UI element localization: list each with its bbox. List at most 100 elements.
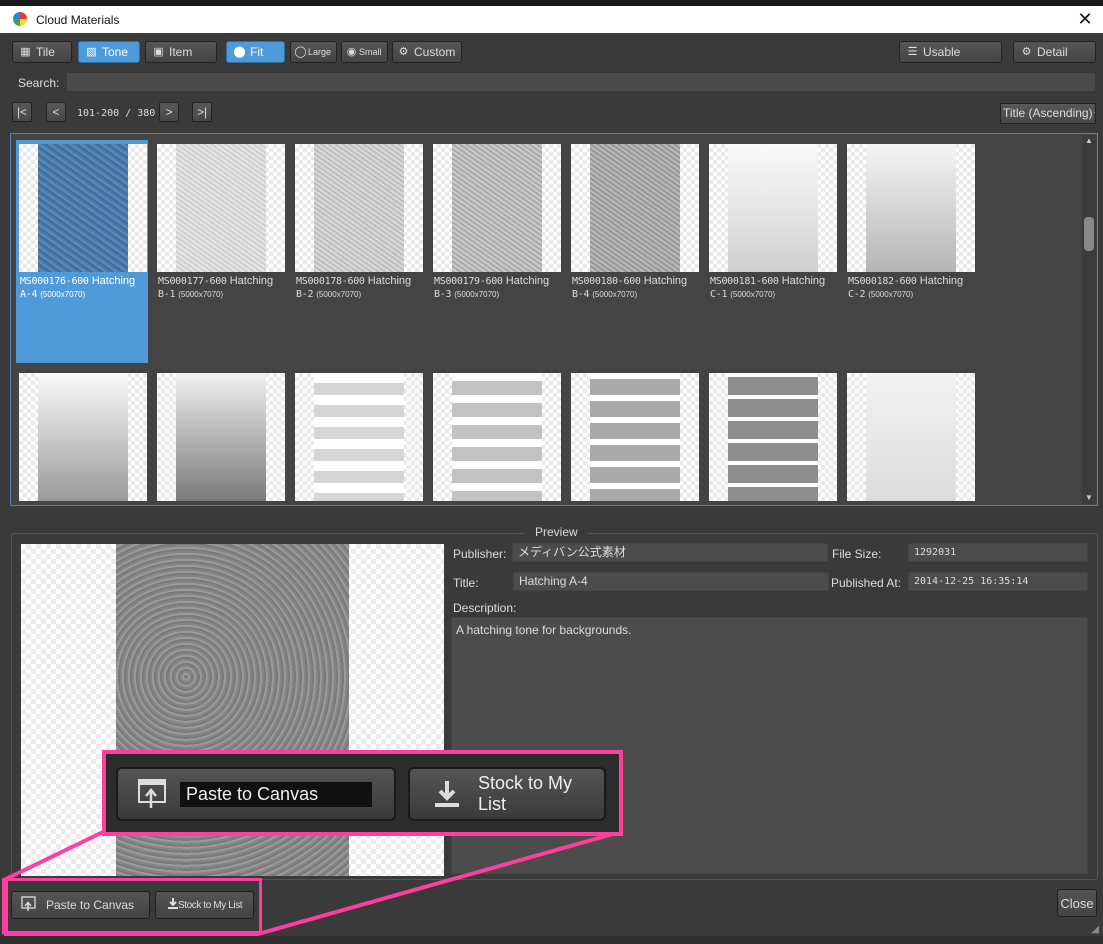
first-page-button[interactable]: |< xyxy=(12,102,32,122)
view-tone-label: Tone xyxy=(102,45,129,59)
material-thumbnail xyxy=(295,144,423,272)
material-thumbnail xyxy=(295,373,423,501)
sort-select[interactable]: Title (Ascending)▼ xyxy=(1000,103,1096,124)
material-code: MS000176-600 xyxy=(20,276,89,287)
material-tile[interactable]: MS000182-600 Hatching C-2 (5000x7070) xyxy=(844,140,976,300)
view-tile-label: Tile xyxy=(36,45,55,59)
publisher-field: メディバン公式素材 xyxy=(512,543,828,562)
tone-swatch xyxy=(728,144,818,272)
scroll-up-icon[interactable]: ▲ xyxy=(1082,135,1096,147)
material-thumbnail xyxy=(19,144,147,272)
view-tile-button[interactable]: ▦ Tile xyxy=(12,41,72,63)
material-name: Hatching xyxy=(505,275,550,287)
stock-to-my-list-button[interactable]: Stock to My List xyxy=(155,891,254,919)
app-icon xyxy=(13,12,27,26)
chevron-right-icon: > xyxy=(165,105,173,119)
material-size: (5000x7070) xyxy=(868,290,914,299)
stock-to-my-list-large-label: Stock to My List xyxy=(478,773,573,814)
usable-label: Usable xyxy=(923,45,961,59)
status-strip xyxy=(0,936,1103,944)
tone-swatch xyxy=(866,373,956,501)
material-tile[interactable]: MS000177-600 Hatching B-1 (5000x7070) xyxy=(154,140,286,300)
large-circle-icon: ◯ xyxy=(294,46,307,58)
resize-grip-icon[interactable]: ◢ xyxy=(1091,924,1099,935)
stock-to-my-list-large-button[interactable]: Stock to My List xyxy=(408,767,606,821)
material-tile[interactable]: MS000178-600 Hatching B-2 (5000x7070) xyxy=(292,140,424,300)
description-label: Description: xyxy=(453,601,517,615)
cloud-materials-window: Cloud Materials ✕ ▦ Tile ▧ Tone ▣ Item ⬤… xyxy=(0,6,1103,944)
material-tile[interactable]: MS000176-600 Hatching A-4 (5000x7070) xyxy=(16,140,148,363)
scroll-thumb[interactable] xyxy=(1084,217,1094,251)
list-icon: ☰ xyxy=(907,46,918,58)
material-tile[interactable] xyxy=(154,369,286,505)
view-tone-button[interactable]: ▧ Tone xyxy=(78,41,140,63)
material-name: Hatching xyxy=(643,275,688,287)
material-tile[interactable] xyxy=(292,369,424,505)
tone-swatch xyxy=(38,373,128,501)
fit-circle-icon: ⬤ xyxy=(233,46,246,58)
tone-swatch xyxy=(176,144,266,272)
material-name: Hatching xyxy=(919,275,964,287)
grid-scrollbar[interactable]: ▲ ▼ xyxy=(1082,135,1096,504)
material-thumbnail xyxy=(571,144,699,272)
close-button[interactable]: Close xyxy=(1057,889,1097,917)
material-subcode: B-3 xyxy=(434,289,452,300)
tone-swatch xyxy=(728,373,818,501)
material-name: Hatching xyxy=(91,275,136,287)
last-page-button[interactable]: >| xyxy=(192,102,212,122)
material-size: (5000x7070) xyxy=(592,290,638,299)
paste-to-canvas-large-button[interactable]: Paste to Canvas xyxy=(116,767,396,821)
close-window-icon[interactable]: ✕ xyxy=(1075,8,1095,30)
tone-icon: ▧ xyxy=(86,46,97,58)
detail-button[interactable]: ⚙ Detail xyxy=(1013,41,1096,63)
material-size: (5000x7070) xyxy=(454,290,500,299)
size-custom-button[interactable]: ⚙ Custom xyxy=(392,41,462,63)
gear-icon: ⚙ xyxy=(1021,46,1032,58)
small-circle-icon: ◉ xyxy=(346,46,357,58)
material-tile[interactable] xyxy=(844,369,976,505)
material-thumbnail xyxy=(709,144,837,272)
material-caption: MS000177-600 Hatching B-1 (5000x7070) xyxy=(158,275,290,301)
material-tile[interactable]: MS000180-600 Hatching B-4 (5000x7070) xyxy=(568,140,700,300)
material-subcode: B-4 xyxy=(572,289,590,300)
search-label: Search: xyxy=(18,76,60,90)
material-size: (5000x7070) xyxy=(40,290,86,299)
material-thumbnail xyxy=(847,373,975,501)
material-tile[interactable]: MS000179-600 Hatching B-3 (5000x7070) xyxy=(430,140,562,300)
material-code: MS000178-600 xyxy=(296,276,365,287)
material-thumbnail xyxy=(19,373,147,501)
material-code: MS000182-600 xyxy=(848,276,917,287)
tone-swatch xyxy=(590,144,680,272)
size-small-button[interactable]: ◉ Small xyxy=(341,41,388,63)
materials-grid: MS000176-600 Hatching A-4 (5000x7070) MS00… xyxy=(10,133,1098,506)
filesize-field: 1292031 xyxy=(908,543,1088,562)
scroll-down-icon[interactable]: ▼ xyxy=(1082,492,1096,504)
title-field: Hatching A-4 xyxy=(513,572,829,591)
material-tile[interactable] xyxy=(430,369,562,505)
usable-button[interactable]: ☰ Usable xyxy=(899,41,1002,63)
tone-swatch xyxy=(314,144,404,272)
prev-page-button[interactable]: < xyxy=(46,102,66,122)
material-thumbnail xyxy=(847,144,975,272)
published-label: Published At: xyxy=(831,576,902,590)
material-thumbnail xyxy=(571,373,699,501)
paste-canvas-icon xyxy=(136,776,172,812)
tone-swatch xyxy=(176,373,266,501)
material-subcode: B-1 xyxy=(158,289,176,300)
size-fit-button[interactable]: ⬤ Fit xyxy=(226,41,285,63)
material-tile[interactable]: MS000181-600 Hatching C-1 (5000x7070) xyxy=(706,140,838,300)
material-caption: MS000182-600 Hatching C-2 (5000x7070) xyxy=(848,275,980,301)
download-icon xyxy=(430,776,464,812)
search-input[interactable] xyxy=(66,72,1096,92)
next-page-button[interactable]: > xyxy=(159,102,179,122)
paste-to-canvas-button[interactable]: Paste to Canvas xyxy=(11,891,150,919)
material-tile[interactable] xyxy=(706,369,838,505)
close-label: Close xyxy=(1060,895,1094,911)
material-tile[interactable] xyxy=(16,369,148,505)
material-size: (5000x7070) xyxy=(316,290,362,299)
view-item-button[interactable]: ▣ Item xyxy=(145,41,217,63)
material-thumbnail xyxy=(157,373,285,501)
size-large-button[interactable]: ◯ Large xyxy=(290,41,337,63)
material-tile[interactable] xyxy=(568,369,700,505)
material-thumbnail xyxy=(709,373,837,501)
